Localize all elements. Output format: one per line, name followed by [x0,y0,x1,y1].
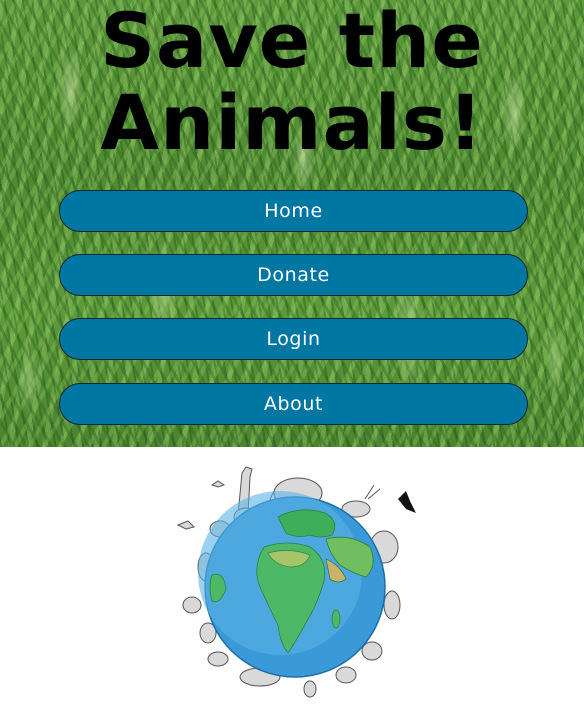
home-button[interactable]: Home [59,190,528,232]
donate-button[interactable]: Donate [59,254,528,296]
login-button[interactable]: Login [59,318,528,360]
about-button[interactable]: About [59,383,528,425]
title-line-1: Save the [100,0,484,85]
grass-header: Save the Animals! Home Donate Login Abou… [0,0,584,447]
page-title: Save the Animals! [0,0,584,164]
title-line-2: Animals! [100,78,484,167]
earth-globe-with-animals-icon [160,455,430,705]
